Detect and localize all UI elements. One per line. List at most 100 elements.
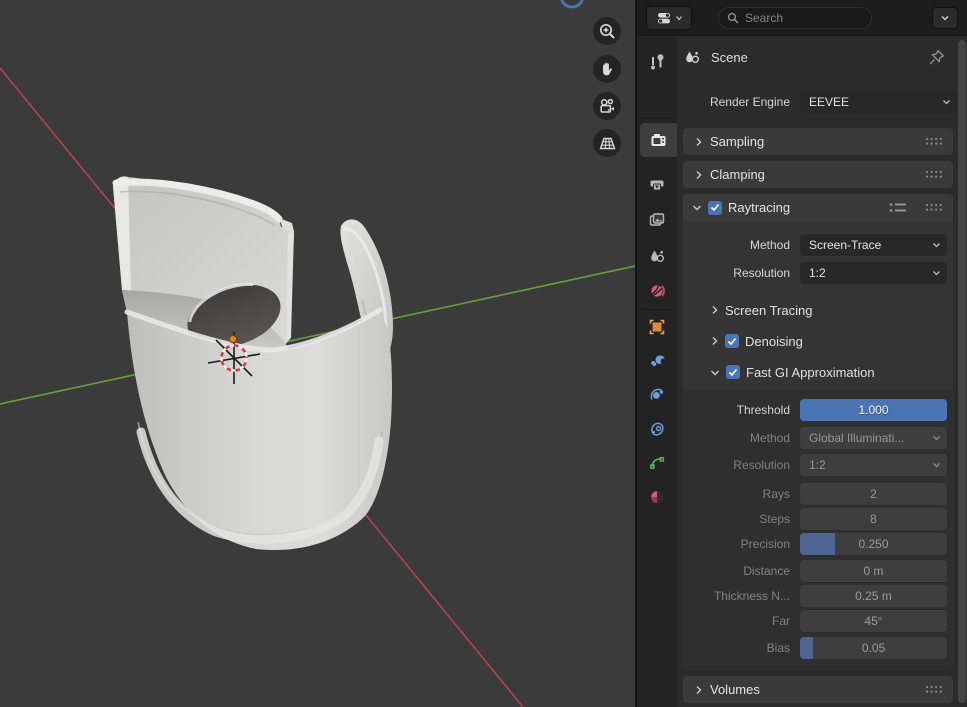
- field-value: Global Illuminati...: [800, 431, 904, 445]
- threshold-slider[interactable]: 1.000: [800, 399, 947, 421]
- header-options-button[interactable]: [932, 7, 958, 29]
- field-label: Far: [683, 614, 790, 628]
- tab-physics[interactable]: [637, 378, 677, 412]
- denoising-checkbox[interactable]: [725, 334, 739, 348]
- steps-field[interactable]: 8: [800, 508, 947, 530]
- tab-material[interactable]: [637, 480, 677, 514]
- field-label: Resolution: [683, 458, 790, 472]
- chevron-right-icon: [694, 137, 703, 147]
- curve-data-icon: [648, 454, 666, 472]
- tab-world[interactable]: [637, 274, 677, 308]
- raytracing-method-dropdown[interactable]: Screen-Trace: [800, 234, 947, 256]
- grip-handle-icon[interactable]: [925, 170, 943, 179]
- gi-resolution-dropdown[interactable]: 1:2: [800, 454, 947, 476]
- properties-editor: Scene Render Engine EEVEE Sampling: [637, 0, 967, 707]
- grid-ortho-button[interactable]: [593, 129, 621, 157]
- panel-sampling[interactable]: Sampling: [683, 128, 953, 155]
- render-camera-icon: [649, 131, 668, 150]
- properties-header-bar: [637, 0, 967, 36]
- field-value: 0.05: [862, 641, 885, 655]
- distance-field[interactable]: 0 m: [800, 560, 947, 582]
- wrench-icon: [648, 352, 666, 370]
- magnifier-plus-icon: [598, 22, 616, 40]
- gi-method-dropdown[interactable]: Global Illuminati...: [800, 427, 947, 449]
- bias-row: Bias 0.05: [683, 636, 947, 660]
- panel-title: Clamping: [710, 167, 765, 182]
- rays-row: Rays 2: [683, 482, 947, 506]
- chevron-right-icon: [694, 685, 703, 695]
- chevron-down-icon: [940, 13, 950, 23]
- field-value: 0.250: [858, 537, 888, 551]
- bias-slider[interactable]: 0.05: [800, 637, 947, 659]
- subpanel-title: Screen Tracing: [725, 303, 812, 318]
- field-label: Method: [683, 238, 790, 252]
- pan-button[interactable]: [593, 55, 621, 83]
- grip-handle-icon[interactable]: [925, 137, 943, 146]
- properties-editor-icon: [656, 10, 672, 26]
- pin-icon[interactable]: [927, 47, 947, 67]
- precision-row: Precision 0.250: [683, 532, 947, 556]
- rays-field[interactable]: 2: [800, 483, 947, 505]
- render-engine-row: Render Engine EEVEE: [677, 90, 959, 114]
- editor-type-selector[interactable]: [646, 6, 692, 30]
- grip-handle-icon[interactable]: [925, 203, 943, 212]
- grip-handle-icon[interactable]: [925, 685, 943, 694]
- presets-list-icon[interactable]: [889, 202, 907, 214]
- search-icon: [727, 12, 739, 24]
- thickness-row: Thickness N... 0.25 m: [683, 584, 947, 608]
- search-field[interactable]: [718, 7, 872, 29]
- tab-view-layer[interactable]: [637, 203, 677, 237]
- subpanel-denoising[interactable]: Denoising: [710, 329, 803, 353]
- tab-constraints[interactable]: [637, 412, 677, 446]
- field-label: Thickness N...: [683, 589, 790, 603]
- field-value: 0 m: [863, 564, 883, 578]
- tab-output[interactable]: [637, 167, 677, 201]
- tab-tool[interactable]: [637, 46, 677, 80]
- panel-raytracing: Raytracing Method Screen-Trace: [683, 194, 953, 666]
- chevron-right-icon: [710, 336, 719, 346]
- threshold-row: Threshold 1.000: [683, 398, 947, 422]
- gi-resolution-row: Resolution 1:2: [683, 453, 947, 477]
- panel-volumes[interactable]: Volumes: [683, 676, 953, 703]
- subpanel-fast-gi[interactable]: Fast GI Approximation: [710, 360, 875, 384]
- tab-render[interactable]: [640, 123, 677, 157]
- panel-clamping[interactable]: Clamping: [683, 161, 953, 188]
- properties-scrollbar[interactable]: [958, 40, 966, 703]
- panel-title: Sampling: [710, 134, 764, 149]
- field-label: Threshold: [683, 403, 790, 417]
- zoom-button[interactable]: [593, 17, 621, 45]
- grid-icon: [598, 134, 617, 153]
- raytracing-checkbox[interactable]: [708, 201, 722, 215]
- tab-scene[interactable]: [637, 239, 677, 273]
- tab-object[interactable]: [637, 310, 677, 344]
- printer-icon: [648, 175, 666, 193]
- navigation-gizmo-arc[interactable]: [561, 0, 583, 7]
- object-square-icon: [648, 318, 666, 336]
- field-value: 8: [870, 512, 877, 526]
- thickness-field[interactable]: 0.25 m: [800, 585, 947, 607]
- chevron-right-icon: [710, 305, 719, 315]
- subpanel-screen-tracing[interactable]: Screen Tracing: [710, 298, 812, 322]
- far-row: Far 45°: [683, 609, 947, 633]
- material-sphere-icon: [648, 488, 666, 506]
- tab-object-data[interactable]: [637, 446, 677, 480]
- render-engine-dropdown[interactable]: EEVEE: [800, 91, 957, 113]
- tab-group-separator: [641, 118, 673, 119]
- field-label: Distance: [683, 564, 790, 578]
- precision-slider[interactable]: 0.250: [800, 533, 947, 555]
- tab-modifiers[interactable]: [637, 344, 677, 378]
- field-value: 0.25 m: [855, 589, 892, 603]
- tool-icon: [648, 54, 666, 72]
- search-input[interactable]: [745, 11, 863, 25]
- object-origin-dot: [229, 335, 236, 342]
- field-label: Precision: [683, 537, 790, 551]
- fast-gi-checkbox[interactable]: [726, 365, 740, 379]
- 3d-viewport[interactable]: [0, 0, 637, 707]
- far-field[interactable]: 45°: [800, 610, 947, 632]
- panel-raytracing-header[interactable]: Raytracing: [683, 194, 953, 221]
- 3d-object-mesh[interactable]: [113, 176, 393, 550]
- camera-view-button[interactable]: [593, 92, 621, 120]
- field-label: Resolution: [683, 266, 790, 280]
- field-value: 1:2: [800, 266, 826, 280]
- raytracing-resolution-dropdown[interactable]: 1:2: [800, 262, 947, 284]
